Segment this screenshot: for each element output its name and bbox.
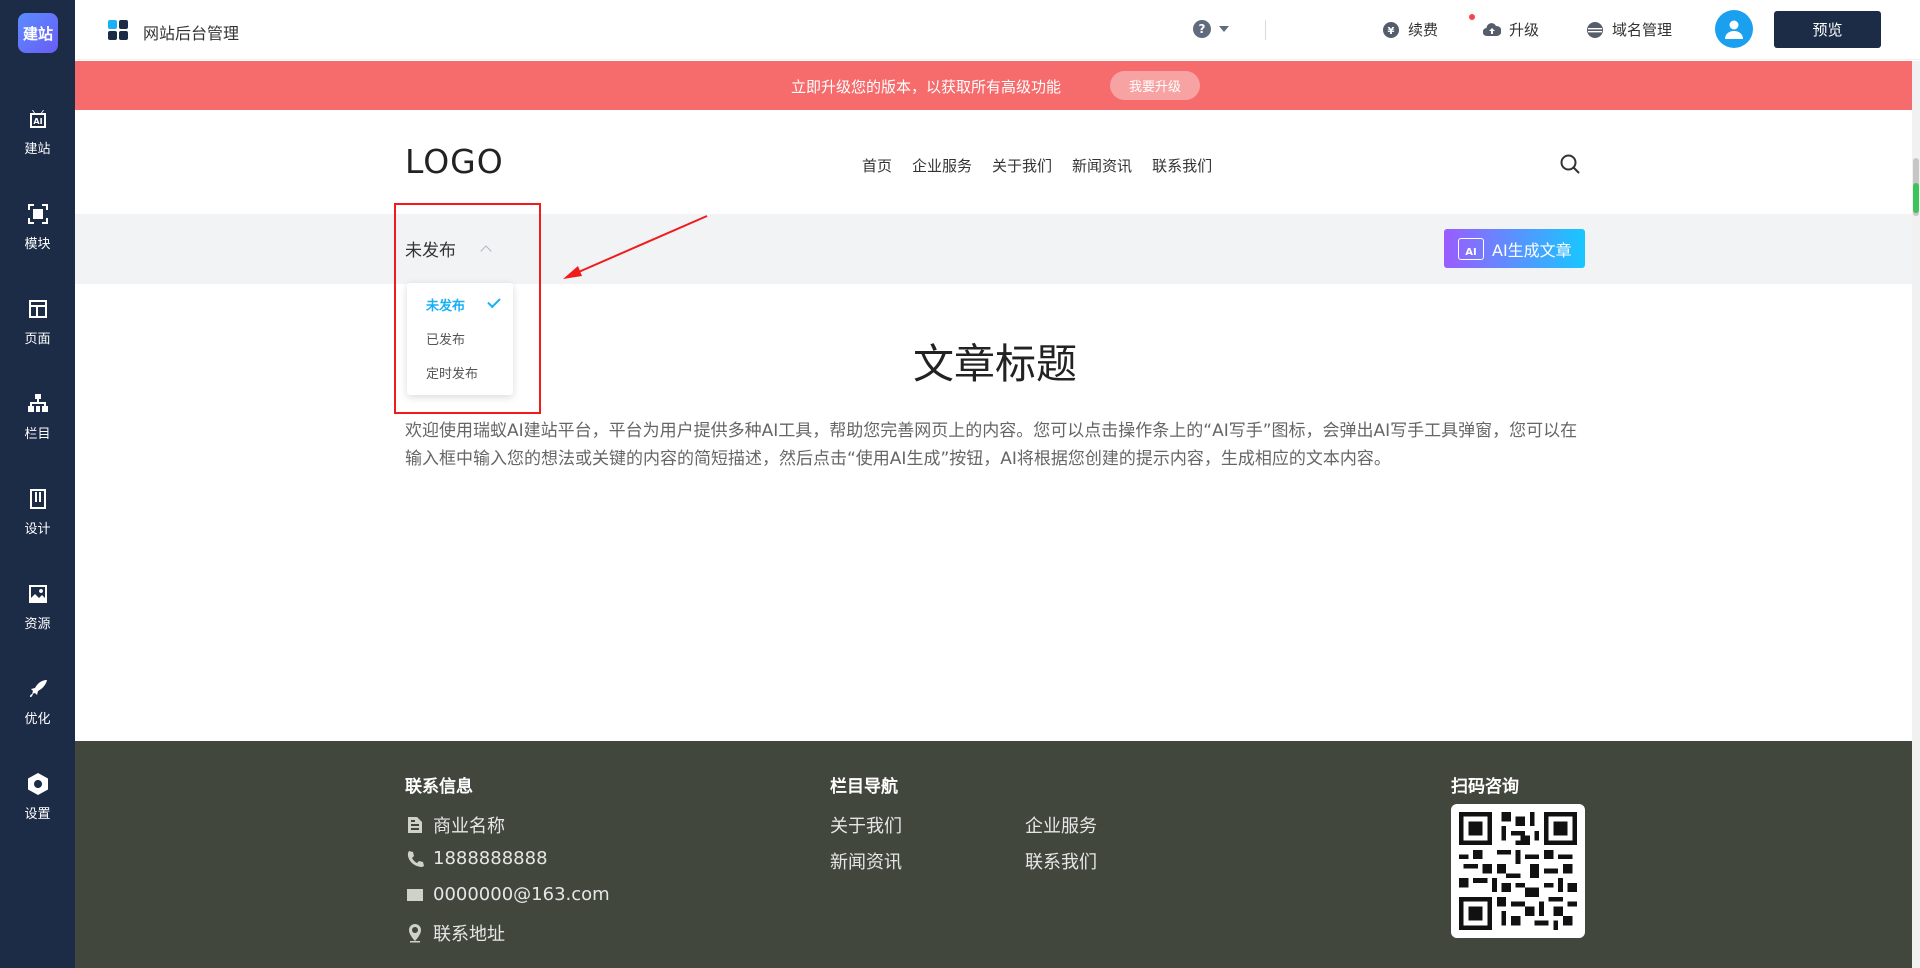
- svg-text:¥: ¥: [1388, 26, 1395, 37]
- address-text: 联系地址: [433, 924, 505, 945]
- sidebar-item-build[interactable]: AI 建站: [0, 98, 75, 178]
- image-icon: [25, 581, 51, 607]
- caret-down-icon: [1219, 26, 1229, 32]
- page-icon: [25, 296, 51, 322]
- user-icon: [1725, 20, 1743, 39]
- qr-code-image: [1459, 812, 1577, 930]
- footer-address: 联系地址: [405, 920, 505, 946]
- document-icon: [408, 817, 422, 833]
- ai-generate-label: AI生成文章: [1492, 240, 1572, 260]
- app-title: 网站后台管理: [143, 24, 240, 43]
- footer-company: 商业名称: [405, 812, 505, 838]
- article-toolbar: [75, 214, 1915, 284]
- site-logo[interactable]: LOGO: [405, 142, 504, 181]
- nav-item-home[interactable]: 首页: [862, 155, 892, 176]
- company-name: 商业名称: [433, 816, 505, 837]
- svg-text:AI: AI: [33, 117, 42, 126]
- upgrade-link[interactable]: 升级: [1483, 19, 1539, 40]
- domain-label: 域名管理: [1612, 21, 1673, 39]
- sidebar-item-label: 模块: [24, 237, 51, 252]
- sidebar-item-settings[interactable]: 设置: [0, 763, 75, 843]
- sidebar-item-column[interactable]: 栏目: [0, 383, 75, 463]
- footer-link-news[interactable]: 新闻资讯: [830, 848, 902, 874]
- sidebar-item-design[interactable]: 设计: [0, 478, 75, 558]
- design-icon: [25, 486, 51, 512]
- footer-phone: 1888888888: [405, 848, 548, 869]
- settings-icon: [25, 771, 51, 797]
- email-address: 0000000@163.com: [433, 884, 610, 905]
- sidebar-item-resource[interactable]: 资源: [0, 573, 75, 653]
- sidebar-item-label: 设计: [24, 522, 51, 537]
- publish-status-value: 未发布: [405, 241, 456, 261]
- ai-icon: AI: [1458, 237, 1484, 260]
- location-pin-icon: [409, 924, 421, 943]
- notification-dot: [1469, 14, 1475, 20]
- phone-number: 1888888888: [433, 848, 548, 869]
- sidebar-item-module[interactable]: 模块: [0, 193, 75, 273]
- renew-link[interactable]: ¥ 续费: [1382, 19, 1438, 40]
- divider: [1265, 20, 1266, 40]
- ai-generate-article-button[interactable]: AI AI生成文章: [1444, 229, 1585, 268]
- help-icon: ?: [1193, 20, 1211, 38]
- upgrade-label: 升级: [1509, 21, 1540, 39]
- scroll-indicator: [1913, 183, 1919, 213]
- upgrade-now-button[interactable]: 我要升级: [1110, 71, 1200, 100]
- help-menu[interactable]: ?: [1193, 20, 1229, 38]
- globe-icon: [1586, 21, 1604, 39]
- sidebar-item-label: 优化: [24, 712, 51, 727]
- nav-item-services[interactable]: 企业服务: [912, 155, 972, 176]
- brand-logo[interactable]: 建站: [18, 13, 58, 53]
- app-grid-icon: [108, 20, 128, 40]
- footer-link-contact[interactable]: 联系我们: [1025, 848, 1097, 874]
- yen-icon: ¥: [1382, 21, 1400, 39]
- footer-link-about[interactable]: 关于我们: [830, 812, 902, 838]
- user-avatar[interactable]: [1715, 10, 1753, 48]
- article-body[interactable]: 欢迎使用瑞蚁AI建站平台，平台为用户提供多种AI工具，帮助您完善网页上的内容。您…: [405, 417, 1585, 473]
- footer-contact-title: 联系信息: [405, 777, 473, 797]
- left-sidebar: 建站 AI 建站 模块 页面 栏目 设计 资源 优化 设置: [0, 0, 75, 968]
- rocket-icon: [25, 676, 51, 702]
- preview-button[interactable]: 预览: [1774, 11, 1881, 48]
- ai-robot-icon: AI: [25, 106, 51, 132]
- sidebar-item-label: 资源: [24, 617, 51, 632]
- domain-link[interactable]: 域名管理: [1586, 19, 1672, 40]
- upgrade-banner: 立即升级您的版本，以获取所有高级功能 我要升级: [75, 61, 1915, 110]
- mail-icon: [407, 888, 423, 901]
- banner-text: 立即升级您的版本，以获取所有高级功能: [791, 78, 1062, 96]
- cloud-upload-icon: [1483, 21, 1501, 39]
- qr-code: [1451, 804, 1585, 938]
- nav-item-contact[interactable]: 联系我们: [1152, 155, 1212, 176]
- renew-label: 续费: [1408, 21, 1439, 39]
- footer-nav-title: 栏目导航: [830, 777, 898, 797]
- site-footer: [75, 741, 1915, 968]
- sidebar-item-label: 栏目: [24, 427, 51, 442]
- sitemap-icon: [25, 391, 51, 417]
- sidebar-item-label: 设置: [24, 807, 51, 822]
- check-icon: [487, 294, 501, 309]
- footer-qr-title: 扫码咨询: [1451, 777, 1519, 797]
- module-icon: [25, 201, 51, 227]
- site-nav: 首页 企业服务 关于我们 新闻资讯 联系我们: [862, 155, 1212, 176]
- footer-link-services[interactable]: 企业服务: [1025, 812, 1097, 838]
- article-title[interactable]: 文章标题: [0, 330, 1920, 390]
- sidebar-item-label: 建站: [24, 142, 51, 157]
- publish-status-select[interactable]: 未发布: [405, 236, 492, 261]
- sidebar-item-optimize[interactable]: 优化: [0, 668, 75, 748]
- nav-item-about[interactable]: 关于我们: [992, 155, 1052, 176]
- nav-item-news[interactable]: 新闻资讯: [1072, 155, 1132, 176]
- chevron-up-icon: [480, 245, 492, 257]
- option-unpublished[interactable]: 未发布: [426, 295, 465, 314]
- phone-icon: [407, 850, 424, 867]
- footer-email: 0000000@163.com: [405, 884, 610, 905]
- search-icon[interactable]: [1559, 153, 1581, 175]
